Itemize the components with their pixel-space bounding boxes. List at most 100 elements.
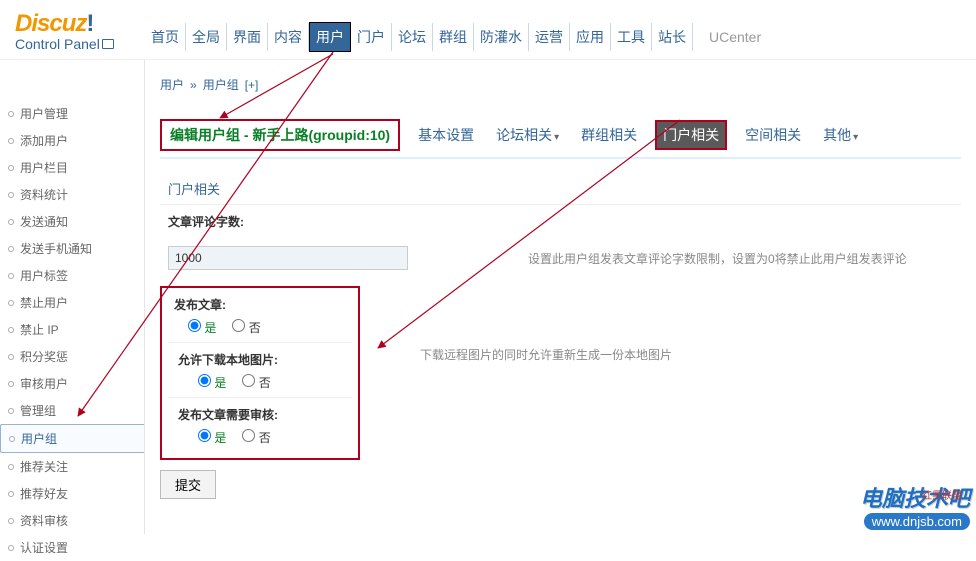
download-yes-radio[interactable] xyxy=(198,374,211,387)
tab-5[interactable]: 其他 xyxy=(819,123,862,147)
top-nav: 首页全局界面内容用户门户论坛群组防灌水运营应用工具站长 UCenter xyxy=(145,0,767,52)
sidebar-item-13[interactable]: 推荐关注 xyxy=(0,453,144,480)
breadcrumb-b[interactable]: 用户组 xyxy=(203,76,239,93)
review-yes-radio[interactable] xyxy=(198,429,211,442)
sidebar-item-label: 添加用户 xyxy=(20,132,68,149)
home-icon xyxy=(102,39,114,49)
bullet-icon xyxy=(8,165,14,171)
publish-yes[interactable]: 是 xyxy=(188,319,216,336)
nav-item-2[interactable]: 界面 xyxy=(227,23,268,51)
bullet-icon xyxy=(9,436,15,442)
download-no-radio[interactable] xyxy=(242,374,255,387)
nav-item-8[interactable]: 防灌水 xyxy=(474,23,529,51)
comment-length-label: 文章评论字数: xyxy=(168,213,468,230)
bullet-icon xyxy=(8,518,14,524)
sidebar-item-label: 审核用户 xyxy=(20,375,68,392)
sidebar-item-label: 资料统计 xyxy=(20,186,68,203)
tab-0[interactable]: 基本设置 xyxy=(414,123,478,147)
review-no[interactable]: 否 xyxy=(242,429,270,446)
sidebar-item-label: 资料审核 xyxy=(20,512,68,529)
review-no-radio[interactable] xyxy=(242,429,255,442)
comment-length-input[interactable] xyxy=(168,246,408,270)
logo-brand: Discuz xyxy=(15,10,86,37)
publish-no[interactable]: 否 xyxy=(232,319,260,336)
tab-3[interactable]: 门户相关 xyxy=(655,120,727,150)
nav-item-11[interactable]: 工具 xyxy=(611,23,652,51)
bullet-icon xyxy=(8,354,14,360)
nav-item-12[interactable]: 站长 xyxy=(652,23,693,51)
logo-bang: ! xyxy=(86,10,93,37)
nav-item-6[interactable]: 论坛 xyxy=(392,23,433,51)
nav-item-0[interactable]: 首页 xyxy=(145,23,186,51)
breadcrumb-sep: » xyxy=(190,78,197,92)
tab-4[interactable]: 空间相关 xyxy=(741,123,805,147)
submit-button[interactable]: 提交 xyxy=(160,470,216,499)
sidebar-item-2[interactable]: 用户栏目 xyxy=(0,154,144,181)
breadcrumb-plus[interactable]: [+] xyxy=(245,78,259,92)
bullet-icon xyxy=(8,111,14,117)
sidebar-item-label: 积分奖惩 xyxy=(20,348,68,365)
review-label: 发布文章需要审核: xyxy=(178,406,352,423)
breadcrumb-a[interactable]: 用户 xyxy=(160,76,184,93)
sidebar-item-12[interactable]: 用户组 xyxy=(0,424,144,453)
nav-item-10[interactable]: 应用 xyxy=(570,23,611,51)
sidebar-item-label: 发送手机通知 xyxy=(20,240,92,257)
tab-2[interactable]: 群组相关 xyxy=(577,123,641,147)
bullet-icon xyxy=(8,273,14,279)
download-yes[interactable]: 是 xyxy=(198,374,226,391)
publish-options-box: 发布文章: 是 否 允许下载本地图片: 是 否 发布文章需要审核: 是 xyxy=(160,286,360,460)
logo-subtitle: Control Panel xyxy=(15,36,145,52)
logo: Discuz! xyxy=(15,10,145,38)
nav-ucenter[interactable]: UCenter xyxy=(703,25,767,49)
bullet-icon xyxy=(8,246,14,252)
sidebar-item-14[interactable]: 推荐好友 xyxy=(0,480,144,507)
sidebar-item-8[interactable]: 禁止 IP xyxy=(0,316,144,343)
nav-item-7[interactable]: 群组 xyxy=(433,23,474,51)
download-label: 允许下载本地图片: xyxy=(178,351,352,368)
sidebar-item-4[interactable]: 发送通知 xyxy=(0,208,144,235)
sidebar-item-15[interactable]: 资料审核 xyxy=(0,507,144,534)
bullet-icon xyxy=(8,464,14,470)
sidebar-item-10[interactable]: 审核用户 xyxy=(0,370,144,397)
chevron-down-icon xyxy=(851,127,858,143)
publish-label: 发布文章: xyxy=(168,296,352,313)
nav-item-3[interactable]: 内容 xyxy=(268,23,309,51)
nav-item-1[interactable]: 全局 xyxy=(186,23,227,51)
sidebar-item-11[interactable]: 管理组 xyxy=(0,397,144,424)
sidebar-item-0[interactable]: 用户管理 xyxy=(0,100,144,127)
chevron-down-icon xyxy=(552,127,559,143)
sidebar-item-6[interactable]: 用户标签 xyxy=(0,262,144,289)
download-no[interactable]: 否 xyxy=(242,374,270,391)
sidebar-item-16[interactable]: 认证设置 xyxy=(0,534,144,561)
nav-item-4[interactable]: 用户 xyxy=(309,22,351,52)
content: 用户 » 用户组 [+] 编辑用户组 - 新手上路(groupid:10) 基本… xyxy=(145,60,976,534)
comment-length-help: 设置此用户组发表文章评论字数限制，设置为0将禁止此用户组发表评论 xyxy=(528,250,953,267)
review-yes[interactable]: 是 xyxy=(198,429,226,446)
tab-edit-title: 编辑用户组 - 新手上路(groupid:10) xyxy=(160,119,400,151)
bullet-icon xyxy=(8,192,14,198)
sidebar-item-label: 推荐好友 xyxy=(20,485,68,502)
sidebar-item-1[interactable]: 添加用户 xyxy=(0,127,144,154)
tab-1[interactable]: 论坛相关 xyxy=(492,123,563,147)
publish-yes-radio[interactable] xyxy=(188,319,201,332)
section-title: 门户相关 xyxy=(160,173,961,205)
tabs: 编辑用户组 - 新手上路(groupid:10) 基本设置论坛相关群组相关门户相… xyxy=(160,113,961,159)
breadcrumb: 用户 » 用户组 [+] xyxy=(160,70,961,99)
nav-item-9[interactable]: 运营 xyxy=(529,23,570,51)
sidebar-item-5[interactable]: 发送手机通知 xyxy=(0,235,144,262)
sidebar-item-9[interactable]: 积分奖惩 xyxy=(0,343,144,370)
sidebar-item-label: 管理组 xyxy=(20,402,56,419)
sidebar-item-label: 用户管理 xyxy=(20,105,68,122)
sidebar-item-label: 认证设置 xyxy=(20,539,68,556)
watermark-url: www.dnjsb.com xyxy=(864,513,970,530)
bullet-icon xyxy=(8,300,14,306)
watermark-small: 红黑联盟 xyxy=(922,487,962,502)
bullet-icon xyxy=(8,381,14,387)
bullet-icon xyxy=(8,545,14,551)
sidebar-item-3[interactable]: 资料统计 xyxy=(0,181,144,208)
sidebar-item-7[interactable]: 禁止用户 xyxy=(0,289,144,316)
sidebar-item-label: 禁止用户 xyxy=(20,294,68,311)
nav-item-5[interactable]: 门户 xyxy=(351,23,392,51)
publish-no-radio[interactable] xyxy=(232,319,245,332)
sidebar-item-label: 用户标签 xyxy=(20,267,68,284)
